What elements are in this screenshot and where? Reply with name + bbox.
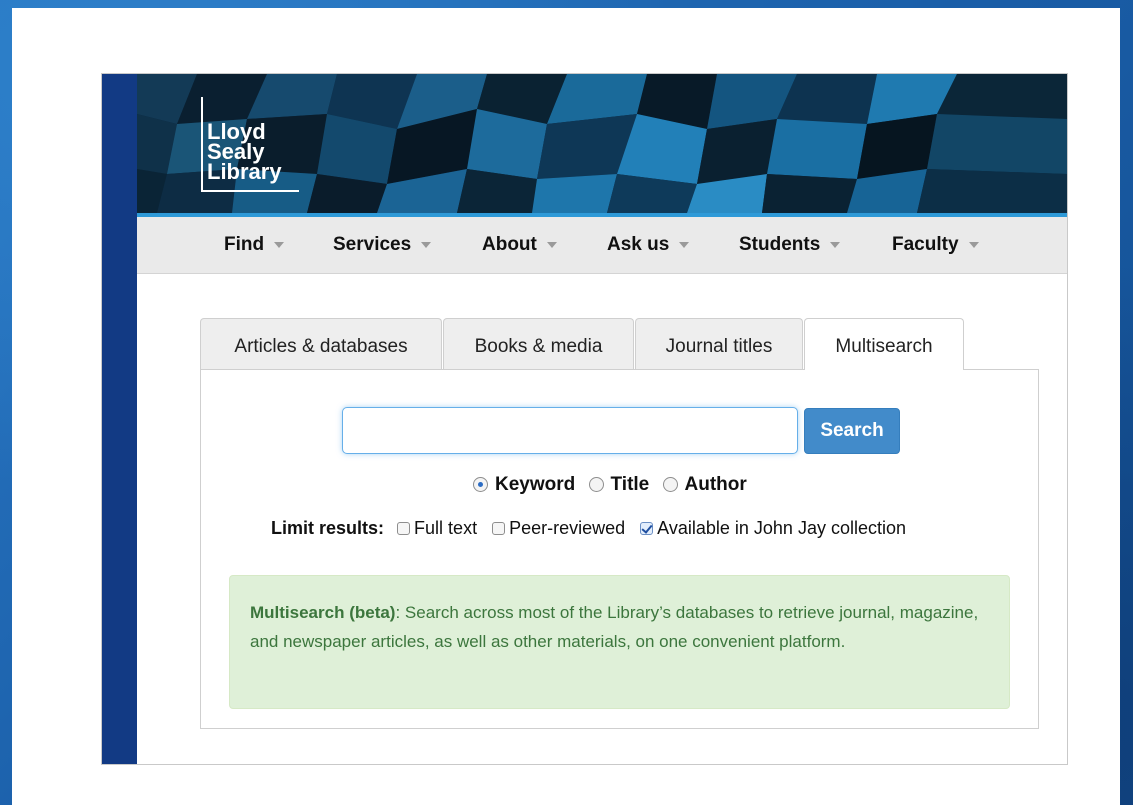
caret-down-icon xyxy=(546,241,557,248)
caret-down-icon xyxy=(830,241,841,248)
radio-author[interactable] xyxy=(662,477,678,492)
multisearch-info-alert: Multisearch (beta): Search across most o… xyxy=(229,575,1010,709)
tab-label: Books & media xyxy=(474,336,603,357)
tab-books-media[interactable]: Books & media xyxy=(443,318,634,369)
tab-label: Articles & databases xyxy=(234,336,408,357)
caret-down-icon xyxy=(968,241,979,248)
checkbox-full-text[interactable] xyxy=(397,522,411,535)
nav-item-find[interactable]: Find xyxy=(224,217,285,273)
tab-label: Journal titles xyxy=(665,336,773,357)
site-header: Lloyd Sealy Library xyxy=(137,74,1067,217)
nav-item-services[interactable]: Services xyxy=(333,217,432,273)
tab-label: Multisearch xyxy=(835,336,933,357)
checkbox-john-jay-collection[interactable] xyxy=(640,522,654,535)
limit-results-label: Limit results: xyxy=(271,518,385,538)
radio-label: Author xyxy=(684,474,747,495)
radio-keyword[interactable] xyxy=(473,477,488,492)
library-logo[interactable]: Lloyd Sealy Library xyxy=(201,97,299,192)
main-nav: Find Services About Ask us Students Facu… xyxy=(137,217,1067,274)
caret-down-icon xyxy=(274,241,285,248)
tab-multisearch[interactable]: Multisearch xyxy=(804,318,964,370)
logo-text: Lloyd Sealy Library xyxy=(207,119,282,184)
search-button[interactable]: Search xyxy=(804,408,900,454)
checkbox-label: Peer-reviewed xyxy=(509,518,626,538)
multisearch-panel: Search Keyword Title Author Limit result… xyxy=(200,369,1039,729)
left-accent-bar xyxy=(102,74,137,764)
checkbox-peer-reviewed[interactable] xyxy=(492,522,506,535)
nav-item-label: About xyxy=(482,234,537,255)
nav-item-label: Faculty xyxy=(892,234,959,255)
search-input[interactable] xyxy=(342,407,798,454)
checkbox-label: Full text xyxy=(414,518,478,538)
caret-down-icon xyxy=(679,241,690,248)
nav-item-faculty[interactable]: Faculty xyxy=(892,217,979,273)
nav-item-about[interactable]: About xyxy=(482,217,557,273)
caret-down-icon xyxy=(421,241,432,248)
checkbox-label: Available in John Jay collection xyxy=(657,518,906,538)
radio-label: Keyword xyxy=(495,474,576,495)
nav-item-label: Services xyxy=(333,234,412,255)
library-website: Lloyd Sealy Library Find Services About … xyxy=(101,73,1068,765)
nav-item-label: Students xyxy=(739,234,821,255)
radio-label: Title xyxy=(610,474,650,495)
nav-item-label: Ask us xyxy=(607,234,670,255)
tab-journal-titles[interactable]: Journal titles xyxy=(635,318,803,369)
tab-articles-databases[interactable]: Articles & databases xyxy=(200,318,442,369)
limit-results-row: Limit results: Full text Peer-reviewed A… xyxy=(271,518,916,542)
search-type-options: Keyword Title Author xyxy=(473,474,755,498)
radio-title[interactable] xyxy=(588,477,604,492)
nav-item-ask-us[interactable]: Ask us xyxy=(607,217,690,273)
nav-item-students[interactable]: Students xyxy=(739,217,841,273)
info-title: Multisearch (beta) xyxy=(250,603,396,622)
nav-item-label: Find xyxy=(224,234,265,255)
